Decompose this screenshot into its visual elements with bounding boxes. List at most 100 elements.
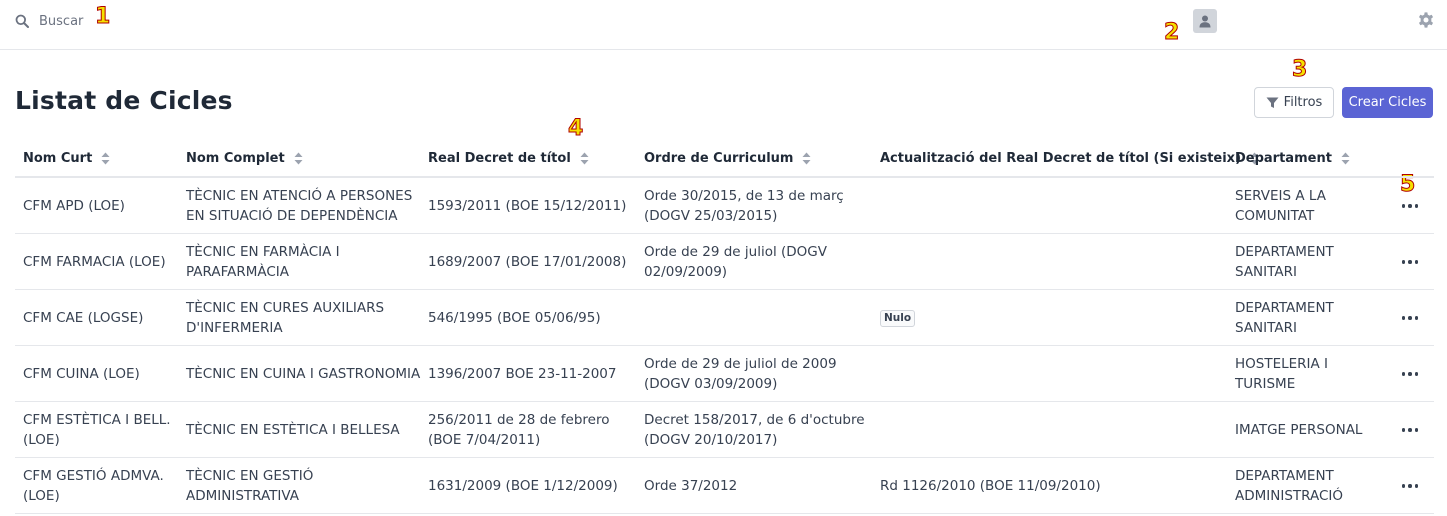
cell-nom-complet: TÈCNIC EN CUINA I GASTRONOMIA: [186, 346, 426, 402]
cell-text: ADMINISTRACIÓ: [1235, 488, 1344, 504]
cell-departament: DEPARTAMENT SANITARI: [1235, 234, 1395, 290]
cell-text: SERVEIS A LA: [1235, 188, 1326, 204]
row-actions-cell: [1390, 402, 1430, 458]
cell-ordre-curriculum: [644, 290, 874, 346]
more-actions-icon[interactable]: [1401, 372, 1419, 376]
cell-text: CFM ESTÈTICA I BELL.: [23, 412, 171, 428]
more-actions-icon[interactable]: [1401, 428, 1419, 432]
user-icon: [1199, 15, 1211, 27]
cell-text: TÈCNIC EN CURES AUXILIARS: [186, 300, 385, 316]
cell-real-decret: 1396/2007 BOE 23-11-2007: [428, 346, 638, 402]
cell-text: Orde de 29 de juliol (DOGV: [644, 244, 828, 260]
table-row[interactable]: CFM ESTÈTICA I BELL. (LOE) TÈCNIC EN ESTÈT…: [15, 402, 1434, 458]
sort-icon: [1341, 152, 1350, 164]
more-actions-icon[interactable]: [1401, 204, 1419, 208]
cell-text: (DOGV 25/03/2015): [644, 208, 778, 224]
column-header-ordre-curriculum[interactable]: Ordre de Curriculum: [644, 138, 811, 178]
cell-departament: DEPARTAMENT ADMINISTRACIÓ: [1235, 458, 1395, 514]
create-cicles-button[interactable]: Crear Cicles: [1342, 87, 1433, 118]
column-header-actualitzacio[interactable]: Actualització del Real Decret de títol (…: [880, 138, 1259, 178]
column-header-nom-curt[interactable]: Nom Curt: [23, 138, 110, 178]
sort-icon: [802, 152, 811, 164]
cell-text: (LOE): [23, 432, 60, 448]
annotation-marker-3: 3: [1291, 57, 1308, 82]
cell-text: HOSTELERIA I: [1235, 356, 1329, 372]
column-header-departament[interactable]: Departament: [1235, 138, 1350, 178]
cell-text: Decret 158/2017, de 6 d'octubre: [644, 412, 865, 428]
annotation-marker-4: 4: [567, 116, 584, 141]
cell-actualitzacio: [880, 346, 1230, 402]
top-bar: Buscar: [0, 0, 1447, 50]
user-avatar[interactable]: [1193, 9, 1217, 33]
column-header-nom-complet[interactable]: Nom Complet: [186, 138, 303, 178]
null-badge: Nulo: [880, 309, 916, 327]
row-actions-cell: [1390, 290, 1430, 346]
sort-icon: [101, 152, 110, 164]
column-header-real-decret[interactable]: Real Decret de títol: [428, 138, 589, 178]
cell-real-decret: 256/2011 de 28 de febrero (BOE 7/04/2011): [428, 402, 638, 458]
table-row[interactable]: CFM APD (LOE) TÈCNIC EN ATENCIÓ A PERSONE…: [15, 178, 1434, 234]
cell-actualitzacio: Nulo: [880, 290, 1230, 346]
more-actions-icon[interactable]: [1401, 260, 1419, 264]
sort-icon: [580, 152, 589, 164]
gear-icon[interactable]: [1417, 11, 1435, 29]
cell-text: (DOGV 03/09/2009): [644, 376, 778, 392]
cell-text: DEPARTAMENT: [1235, 468, 1334, 484]
cell-text: DEPARTAMENT: [1235, 244, 1334, 260]
cell-text: Orde 30/2015, de 13 de març: [644, 188, 844, 204]
cell-text: CFM CUINA (LOE): [23, 366, 140, 382]
cell-text: PARAFARMÀCIA: [186, 264, 290, 280]
cell-departament: IMATGE PERSONAL: [1235, 402, 1395, 458]
table-row[interactable]: CFM CAE (LOGSE) TÈCNIC EN CURES AUXILIARS…: [15, 290, 1434, 346]
cell-nom-complet: TÈCNIC EN FARMÀCIA I PARAFARMÀCIA: [186, 234, 426, 290]
cell-text: IMATGE PERSONAL: [1235, 422, 1363, 438]
table-row[interactable]: CFM GESTIÓ ADMVA. (LOE) TÈCNIC EN GESTIÓ AD…: [15, 458, 1434, 514]
search-icon: [15, 14, 29, 28]
page-title: Listat de Cicles: [15, 86, 233, 115]
filter-icon: [1266, 97, 1279, 108]
cell-text: TÈCNIC EN GESTIÓ: [186, 468, 314, 484]
cell-ordre-curriculum: Orde 37/2012: [644, 458, 874, 514]
cell-text: 256/2011 de 28 de febrero: [428, 412, 610, 428]
cell-nom-complet: TÈCNIC EN ATENCIÓ A PERSONES EN SITUACIÓ …: [186, 178, 426, 234]
table-header: Nom Curt Nom Complet Real Decret de títol O…: [15, 138, 1434, 178]
row-actions-cell: [1390, 458, 1430, 514]
column-header-label: Departament: [1235, 150, 1332, 166]
cell-text: 1593/2011 (BOE 15/12/2011): [428, 198, 627, 214]
cell-ordre-curriculum: Decret 158/2017, de 6 d'octubre (DOGV 20/…: [644, 402, 874, 458]
cell-nom-curt: CFM CAE (LOGSE): [23, 290, 183, 346]
cell-real-decret: 1689/2007 (BOE 17/01/2008): [428, 234, 638, 290]
cell-text: EN SITUACIÓ DE DEPENDÈNCIA: [186, 208, 398, 224]
filters-button[interactable]: Filtros: [1254, 87, 1334, 118]
cell-ordre-curriculum: Orde 30/2015, de 13 de març (DOGV 25/03/2…: [644, 178, 874, 234]
more-actions-icon[interactable]: [1401, 316, 1419, 320]
cell-departament: DEPARTAMENT SANITARI: [1235, 290, 1395, 346]
column-header-label: Actualització del Real Decret de títol (…: [880, 150, 1242, 166]
cicles-table: Nom Curt Nom Complet Real Decret de títol O…: [15, 138, 1434, 514]
column-header-label: Real Decret de títol: [428, 150, 571, 166]
cell-text: Orde de 29 de juliol de 2009: [644, 356, 837, 372]
cell-nom-complet: TÈCNIC EN ESTÈTICA I BELLESA: [186, 402, 426, 458]
cell-text: TÈCNIC EN CUINA I GASTRONOMIA: [186, 366, 421, 382]
row-actions-cell: [1390, 178, 1430, 234]
cell-ordre-curriculum: Orde de 29 de juliol de 2009 (DOGV 03/09/…: [644, 346, 874, 402]
cell-text: CFM CAE (LOGSE): [23, 310, 144, 326]
column-header-label: Ordre de Curriculum: [644, 150, 794, 166]
cell-text: Rd 1126/2010 (BOE 11/09/2010): [880, 478, 1101, 494]
cell-text: 02/09/2009): [644, 264, 728, 280]
cell-text: TÈCNIC EN ATENCIÓ A PERSONES: [186, 188, 413, 204]
cell-text: COMUNITAT: [1235, 208, 1315, 224]
search-label: Buscar: [39, 13, 84, 29]
table-row[interactable]: CFM FARMACIA (LOE) TÈCNIC EN FARMÀCIA I PA…: [15, 234, 1434, 290]
more-actions-icon[interactable]: [1401, 484, 1419, 488]
cell-departament: HOSTELERIA I TURISME: [1235, 346, 1395, 402]
cell-text: TÈCNIC EN FARMÀCIA I: [186, 244, 340, 260]
cell-nom-complet: TÈCNIC EN CURES AUXILIARS D'INFERMERIA: [186, 290, 426, 346]
search-box[interactable]: Buscar: [15, 11, 83, 31]
cell-nom-curt: CFM CUINA (LOE): [23, 346, 183, 402]
cell-text: (LOE): [23, 488, 60, 504]
table-row[interactable]: CFM CUINA (LOE) TÈCNIC EN CUINA I GASTRON…: [15, 346, 1434, 402]
cell-actualitzacio: Rd 1126/2010 (BOE 11/09/2010): [880, 458, 1230, 514]
table-body: CFM APD (LOE) TÈCNIC EN ATENCIÓ A PERSONE…: [15, 178, 1434, 514]
cell-departament: SERVEIS A LA COMUNITAT: [1235, 178, 1395, 234]
